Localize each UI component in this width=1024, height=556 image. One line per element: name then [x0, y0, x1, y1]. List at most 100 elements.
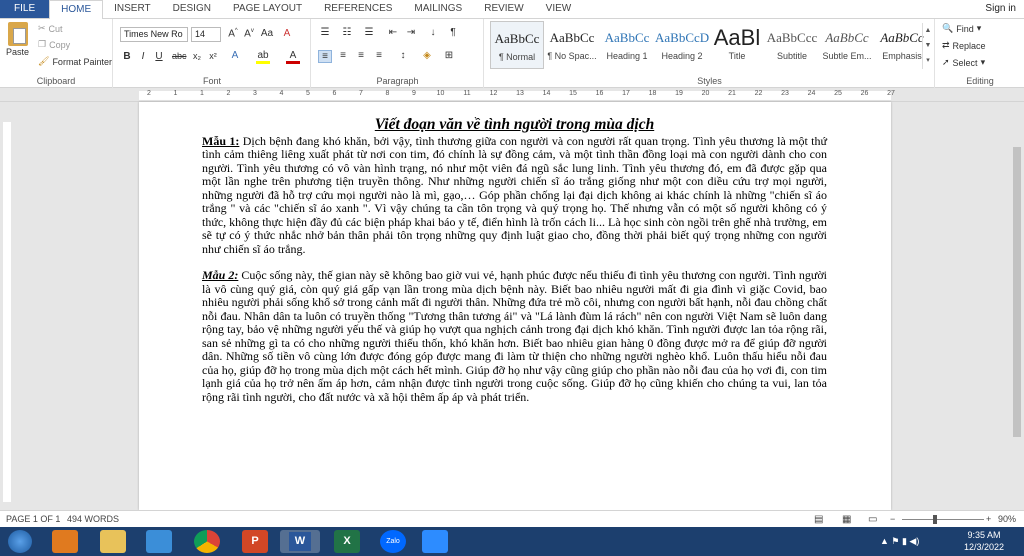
increase-indent-icon[interactable]: ⇥	[404, 27, 418, 38]
subscript-button[interactable]: x₂	[190, 51, 204, 61]
paste-button[interactable]: Paste	[6, 22, 29, 57]
scrollbar-thumb[interactable]	[1013, 147, 1021, 437]
web-layout-icon[interactable]: ▭	[868, 514, 877, 525]
style-subtitle[interactable]: AaBbCcc Subtitle	[765, 21, 819, 69]
decrease-indent-icon[interactable]: ⇤	[386, 27, 400, 38]
zoom-out-icon[interactable]: −	[890, 514, 895, 524]
bullets-icon[interactable]: ☰	[318, 27, 332, 38]
vertical-scrollbar[interactable]	[1010, 102, 1024, 510]
tab-references[interactable]: REFERENCES	[313, 0, 403, 18]
start-button-icon[interactable]	[8, 530, 32, 553]
horizontal-ruler[interactable]: 2 1 1 2 3 4 5 6 7 8 9 10 11 12 13 14 15 16 17 18 19 20 21 22 23 2…	[0, 89, 1024, 102]
tab-page-layout[interactable]: PAGE LAYOUT	[222, 0, 313, 18]
style-no-spacing[interactable]: AaBbCc ¶ No Spac...	[545, 21, 599, 69]
highlight-icon[interactable]: ab	[256, 50, 270, 64]
zoom-in-icon[interactable]: +	[986, 514, 991, 524]
style-heading-1[interactable]: AaBbCc Heading 1	[600, 21, 654, 69]
bold-button[interactable]: B	[120, 51, 134, 62]
ruler-number: 20	[701, 90, 710, 97]
styles-scroll[interactable]: ▲ ▼ ▾	[922, 23, 933, 69]
document-page[interactable]: Viết đoạn văn về tình người trong mùa dị…	[139, 102, 891, 510]
word-count[interactable]: 494 WORDS	[67, 514, 119, 524]
zalo-icon[interactable]: Zalo	[380, 530, 406, 553]
zoom-slider-thumb[interactable]	[933, 515, 937, 524]
tab-design[interactable]: DESIGN	[162, 0, 222, 18]
style-title[interactable]: AaBl Title	[710, 21, 764, 69]
tab-mailings[interactable]: MAILINGS	[403, 0, 473, 18]
powerpoint-icon[interactable]: P	[242, 530, 268, 553]
copy-button[interactable]: ❐ Copy	[38, 39, 70, 50]
tab-review[interactable]: REVIEW	[473, 0, 534, 18]
ruler-number: 14	[542, 90, 551, 97]
document-body[interactable]: Viết đoạn văn về tình người trong mùa dị…	[202, 116, 827, 417]
system-clock[interactable]: 9:35 AM 12/3/2022	[964, 529, 1004, 553]
print-layout-icon[interactable]: ▦	[842, 514, 851, 525]
replace-icon: ⇄	[942, 40, 950, 50]
style-preview: AaBbCcc	[766, 30, 818, 45]
find-button[interactable]: 🔍 Find ▾	[942, 23, 981, 34]
app-icon[interactable]	[146, 530, 172, 553]
ruler-number: 1	[200, 90, 204, 97]
shrink-font-icon[interactable]: Av	[242, 28, 256, 39]
justify-button[interactable]: ≡	[372, 50, 386, 61]
font-size-box[interactable]: 14	[191, 27, 221, 42]
style-name: Heading 2	[661, 51, 703, 61]
tab-home[interactable]: HOME	[49, 0, 104, 20]
align-right-button[interactable]: ≡	[354, 50, 368, 61]
style-normal[interactable]: AaBbCc ¶ Normal	[490, 21, 544, 69]
excel-icon[interactable]: X	[334, 530, 360, 553]
superscript-button[interactable]: x²	[206, 51, 220, 61]
style-preview: AaBbCc	[825, 30, 869, 45]
style-subtle-emphasis[interactable]: AaBbCc Subtle Em...	[820, 21, 874, 69]
shading-icon[interactable]: ◈	[420, 50, 434, 61]
ruler-bar: 2 1 1 2 3 4 5 6 7 8 9 10 11 12 13 14 15 16 17 18 19 20 21 22 23 2…	[139, 90, 895, 100]
show-marks-icon[interactable]: ¶	[446, 27, 460, 38]
ruler-number: 4	[279, 90, 284, 97]
tab-view[interactable]: VIEW	[535, 0, 583, 18]
sign-in-link[interactable]: Sign in	[977, 0, 1024, 18]
multilevel-list-icon[interactable]: ☰	[362, 27, 376, 38]
font-color-icon[interactable]: A	[286, 50, 300, 64]
ribbon: Paste ✂ Cut ❐ Copy 🖌 Format Painter Clipboa…	[0, 19, 1024, 88]
text-effects-icon[interactable]: A	[228, 50, 242, 61]
ruler-number: 21	[728, 90, 736, 97]
cut-button[interactable]: ✂ Cut	[38, 23, 63, 34]
ribbon-tabs: FILE HOME INSERT DESIGN PAGE LAYOUT REFE…	[0, 0, 1024, 20]
borders-icon[interactable]: ⊞	[442, 50, 456, 61]
word-taskbar-button[interactable]: W	[280, 530, 320, 553]
chrome-icon[interactable]	[194, 530, 220, 553]
change-case-icon[interactable]: Aa	[260, 28, 274, 39]
tab-insert[interactable]: INSERT	[103, 0, 162, 18]
replace-button[interactable]: ⇄ Replace	[942, 40, 986, 51]
zoom-level[interactable]: 90%	[998, 514, 1016, 524]
format-painter-label: Format Painter	[52, 56, 112, 67]
grow-font-icon[interactable]: A^	[226, 28, 240, 39]
line-spacing-icon[interactable]: ↕	[396, 50, 410, 61]
tray-icons[interactable]: ▲ ⚑ ▮ ◀)	[880, 535, 919, 547]
style-heading-2[interactable]: AaBbCcD Heading 2	[655, 21, 709, 69]
sort-icon[interactable]: ↓	[426, 27, 440, 38]
tab-file[interactable]: FILE	[0, 0, 50, 18]
document-title: Viết đoạn văn về tình người trong mùa dị…	[374, 116, 655, 133]
strikethrough-button[interactable]: abc	[172, 51, 187, 61]
italic-button[interactable]: I	[136, 51, 150, 62]
underline-button[interactable]: U	[152, 51, 166, 62]
paragraph-label: Paragraph	[376, 76, 419, 86]
zoom-slider-track[interactable]	[902, 519, 984, 520]
align-left-button[interactable]: ≡	[318, 50, 332, 63]
format-painter-button[interactable]: 🖌 Format Painter	[38, 56, 112, 67]
paragraph-group: ☰ ☷ ☰ ⇤ ⇥ ↓ ¶ ≡ ≡ ≡ ≡ ↕ ◈ ⊞ Paragraph	[312, 19, 484, 88]
zoom-app-icon[interactable]	[422, 530, 448, 553]
editing-label: Editing	[966, 76, 994, 86]
clear-format-icon[interactable]: A	[280, 28, 294, 39]
align-center-button[interactable]: ≡	[336, 50, 350, 61]
font-name-box[interactable]: Times New Ro	[120, 27, 188, 42]
file-explorer-icon[interactable]	[100, 530, 126, 553]
media-player-icon[interactable]	[52, 530, 78, 553]
select-button[interactable]: ➚ Select ▾	[942, 57, 985, 68]
numbering-icon[interactable]: ☷	[340, 27, 354, 38]
style-emphasis[interactable]: AaBbCc Emphasis	[875, 21, 929, 69]
ruler-number: 3	[253, 90, 257, 97]
read-mode-icon[interactable]: ▤	[814, 514, 823, 525]
page-count[interactable]: PAGE 1 OF 1	[6, 514, 60, 524]
